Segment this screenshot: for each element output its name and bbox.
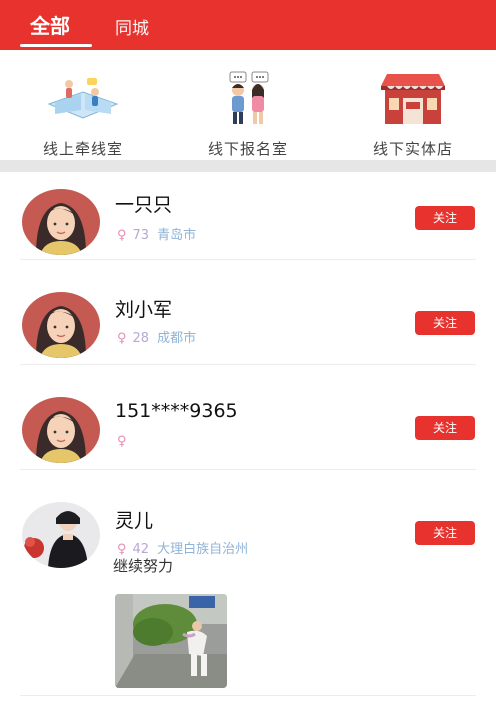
user-city: 青岛市 [157, 228, 197, 243]
user-photo-avatar [22, 502, 100, 568]
physical-store-icon [381, 74, 445, 124]
user-meta: ♀ 73 青岛市 [117, 224, 196, 243]
default-avatar-icon [22, 292, 100, 358]
post-photo[interactable] [115, 594, 227, 688]
female-icon: ♀ [117, 331, 127, 346]
avatar[interactable] [22, 189, 100, 255]
tab-all[interactable]: 全部 [30, 10, 70, 39]
user-age: 28 [132, 331, 150, 346]
avatar[interactable] [22, 502, 100, 568]
female-icon: ♀ [117, 434, 127, 449]
user-meta: ♀ [117, 434, 133, 449]
user-list-item[interactable]: 刘小军 ♀ 28 成都市 关注 [0, 260, 496, 365]
tab-local[interactable]: 同城 [115, 14, 149, 39]
category-offline-signup[interactable]: 线下报名室 [178, 70, 318, 159]
follow-button[interactable]: 关注 [415, 311, 475, 335]
category-physical-store[interactable]: 线下实体店 [343, 70, 483, 159]
user-name: 一只只 [115, 194, 173, 216]
user-list-item[interactable]: 151****9365 ♀ 关注 [0, 364, 496, 470]
user-meta: ♀ 28 成都市 [117, 327, 196, 346]
follow-button[interactable]: 关注 [415, 416, 475, 440]
avatar[interactable] [22, 397, 100, 463]
follow-button[interactable]: 关注 [415, 521, 475, 545]
user-motto: 继续努力 [113, 557, 174, 575]
row-divider [20, 695, 476, 696]
offline-signup-icon [229, 71, 269, 124]
category-label: 线上牵线室 [42, 140, 123, 158]
user-name: 灵儿 [115, 510, 154, 532]
user-age: 73 [132, 228, 150, 243]
user-name: 151****9365 [115, 400, 238, 422]
default-avatar-icon [22, 189, 100, 255]
post-photo-image [115, 594, 227, 688]
user-list-item[interactable]: 一只只 ♀ 73 青岛市 关注 [0, 172, 496, 260]
category-label: 线下实体店 [372, 140, 453, 158]
category-row: 线上牵线室 线下报名室 线下实体店 [0, 50, 496, 160]
active-tab-indicator [20, 44, 92, 47]
user-name: 刘小军 [115, 299, 173, 321]
follow-button[interactable]: 关注 [415, 206, 475, 230]
avatar[interactable] [22, 292, 100, 358]
female-icon: ♀ [117, 228, 127, 243]
online-matchmaking-icon [47, 78, 119, 119]
default-avatar-icon [22, 397, 100, 463]
user-list-item[interactable]: 灵儿 ♀ 42 大理白族自治州 关注 继续努力 [0, 470, 496, 696]
section-divider [0, 160, 496, 172]
user-city: 成都市 [157, 331, 197, 346]
category-online-matchmaking[interactable]: 线上牵线室 [13, 70, 153, 159]
top-tab-bar: 全部 同城 [0, 0, 496, 50]
category-label: 线下报名室 [207, 140, 288, 158]
